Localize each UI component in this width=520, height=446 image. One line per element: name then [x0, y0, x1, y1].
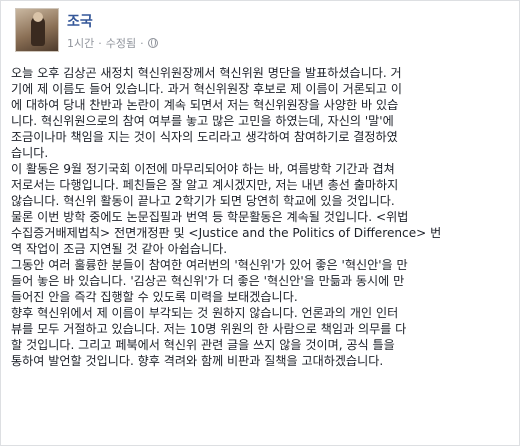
- edited-label[interactable]: 수정됨: [106, 35, 136, 51]
- post-timestamp[interactable]: 1시간: [67, 35, 94, 51]
- meta-separator: ·: [98, 36, 102, 50]
- text-line: 향후 혁신위에서 제 이름이 부각되는 것 원하지 않습니다. 언론과의 개인 …: [11, 306, 399, 320]
- post-body: 오늘 오후 김상곤 새정치 혁신위원장께서 혁신위원 명단을 발표하셨습니다. …: [11, 65, 516, 369]
- text-line: 통하여 발언할 것입니다. 향후 격려와 함께 비판과 질책을 고대하겠습니다.: [11, 354, 384, 368]
- text-line: 저로서는 다행입니다. 페친들은 잘 알고 계시겠지만, 저는 내년 총선 출마…: [11, 178, 399, 192]
- text-line: 기에 제 이름도 들어 있습니다. 과거 혁신위원장 후보로 제 이름이 거론되…: [11, 82, 403, 96]
- text-line: 조금이나마 책임을 지는 것이 식자의 도리라고 생각하여 참여하기로 결정하였: [11, 130, 398, 144]
- author-name[interactable]: 조국: [67, 11, 93, 31]
- text-line: 수집증거배제법칙> 전면개정판 및 <Justice and the Polit…: [11, 226, 442, 240]
- text-line: 에 대하여 당내 찬반과 논란이 계속 되면서 저는 혁신위원장을 사양한 바 …: [11, 98, 399, 112]
- text-line: 그동안 여러 훌륭한 분들이 참여한 여러번의 '혁신위'가 있어 좋은 '혁신…: [11, 258, 408, 272]
- meta-separator: ·: [140, 36, 144, 50]
- avatar-head: [33, 12, 43, 22]
- post-paragraph: 오늘 오후 김상곤 새정치 혁신위원장께서 혁신위원 명단을 발표하셨습니다. …: [11, 65, 516, 161]
- text-line: 않습니다. 혁신위 활동이 끝나고 2학기가 되면 당연히 학교에 있을 것입니…: [11, 194, 395, 208]
- text-line: 오늘 오후 김상곤 새정치 혁신위원장께서 혁신위원 명단을 발표하셨습니다. …: [11, 66, 402, 80]
- text-line: 들어 놓은 바 있습니다. '김상곤 혁신위'가 더 좋은 '혁신안'을 만듦과…: [11, 274, 405, 288]
- text-line: 이 활동은 9월 정기국회 이전에 마무리되어야 하는 바, 여름방학 기간과 …: [11, 162, 395, 176]
- facebook-post: 조국 1시간 · 수정됨 · 오늘 오후 김상곤 새정치 혁신위원장께서 혁신위…: [0, 0, 520, 446]
- author-avatar[interactable]: [15, 8, 59, 52]
- text-line: 뷰를 모두 거절하고 있습니다. 저는 10명 위원의 한 사람으로 책임과 의…: [11, 322, 407, 336]
- text-line: 습니다.: [11, 146, 49, 160]
- text-line: 들어진 안을 즉각 집행할 수 있도록 미력을 보태겠습니다.: [11, 290, 298, 304]
- text-line: 할 것입니다. 그리고 페북에서 혁신위 관련 글을 쓰지 않을 것이며, 공식…: [11, 338, 395, 352]
- text-line: 니다. 혁신위원으로의 참여 여부를 놓고 많은 고민을 하였는데, 자신의 '…: [11, 114, 394, 128]
- post-paragraph: 그동안 여러 훌륭한 분들이 참여한 여러번의 '혁신위'가 있어 좋은 '혁신…: [11, 257, 516, 305]
- post-meta: 1시간 · 수정됨 ·: [67, 35, 158, 51]
- post-paragraph: 이 활동은 9월 정기국회 이전에 마무리되어야 하는 바, 여름방학 기간과 …: [11, 161, 516, 257]
- text-line: 역 작업이 조금 지연될 것 같아 아쉽습니다.: [11, 242, 228, 256]
- post-paragraph: 향후 혁신위에서 제 이름이 부각되는 것 원하지 않습니다. 언론과의 개인 …: [11, 305, 516, 369]
- globe-icon[interactable]: [147, 38, 158, 48]
- text-line: 물론 이번 방학 중에도 논문집필과 번역 등 학문활동은 계속될 것입니다. …: [11, 210, 409, 224]
